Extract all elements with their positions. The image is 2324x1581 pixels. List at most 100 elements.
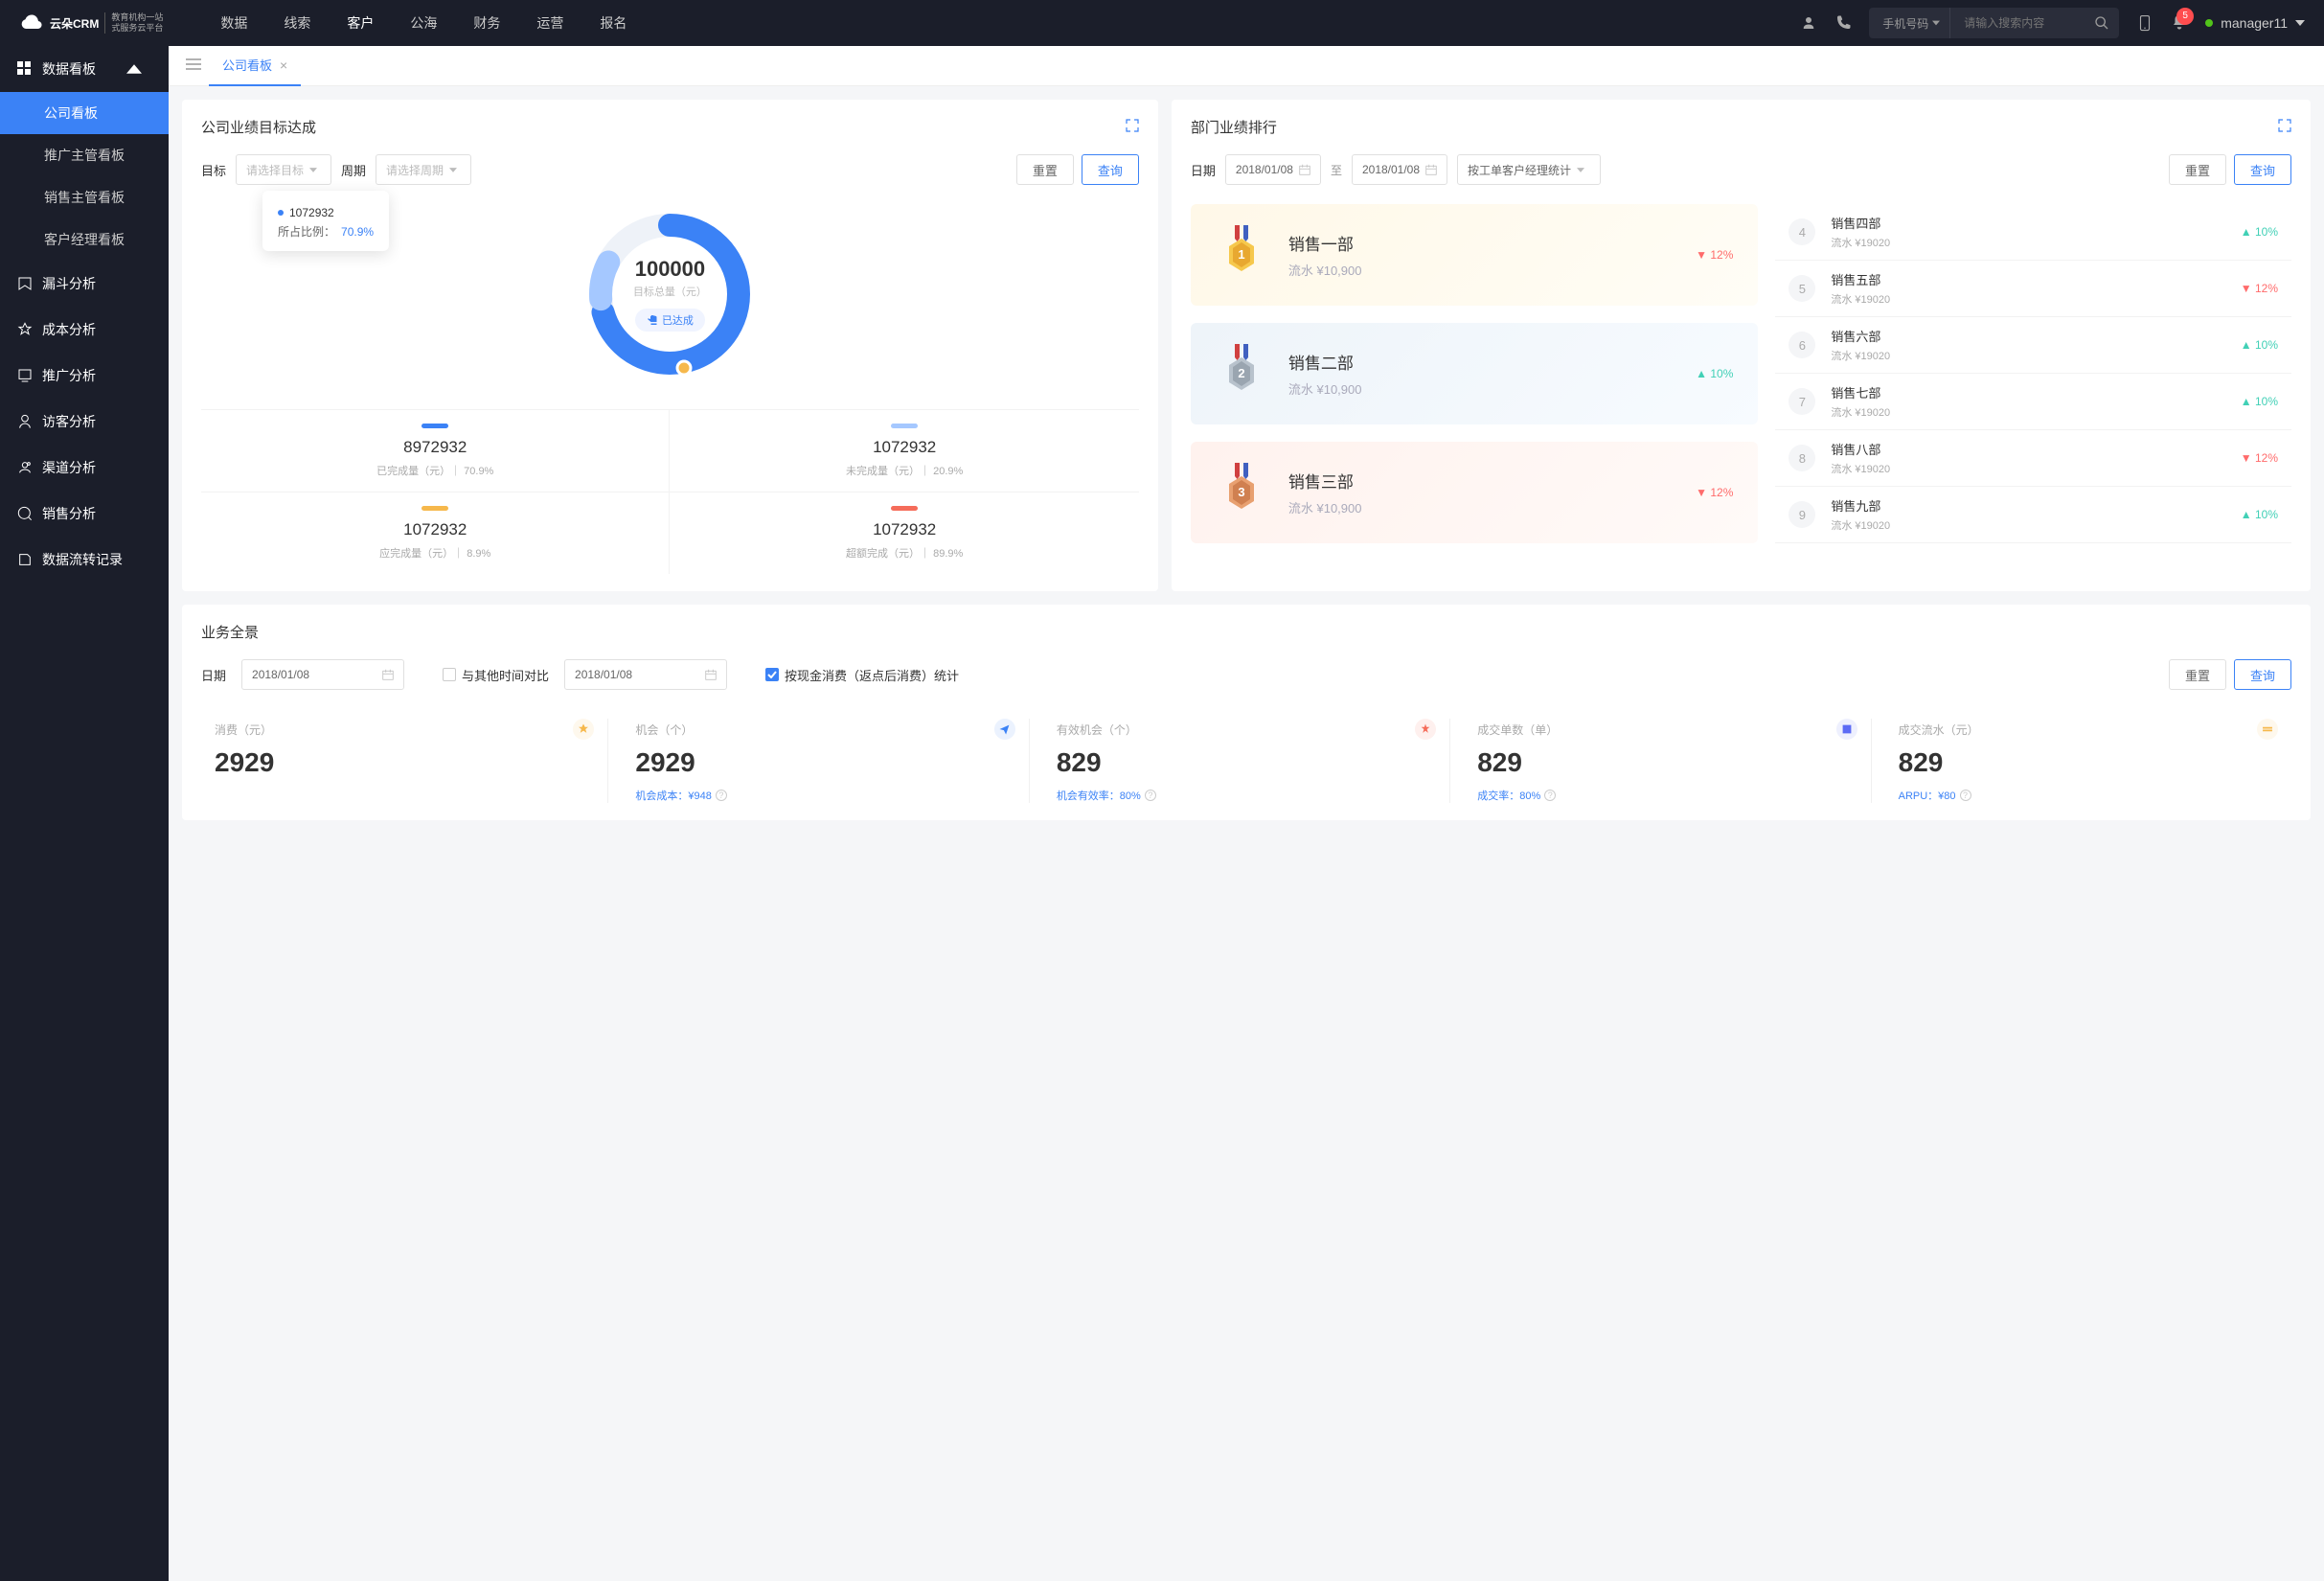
rank-row[interactable]: 8销售八部流水 ¥19020▼ 12% [1775,430,2291,487]
nav-icon [17,322,33,337]
expand-button[interactable] [1126,119,1139,135]
expand-icon [2278,119,2291,132]
medal-icon: 3 [1216,463,1267,522]
sidebar-item-访客分析[interactable]: 访客分析 [0,399,169,445]
chevron-down-icon [1932,19,1940,27]
sidebar-item[interactable]: 客户经理看板 [0,218,169,261]
compare-checkbox[interactable]: 与其他时间对比 [443,666,549,684]
phone-icon[interactable] [1834,14,1852,32]
dashboard-icon [17,61,33,77]
medal-icon: 1 [1216,225,1267,285]
sidebar-item[interactable]: 公司看板 [0,92,169,134]
thumbs-up-icon [647,314,658,326]
metric-icon [1415,719,1436,740]
query-button[interactable]: 查询 [2234,154,2291,185]
tab-company-board[interactable]: 公司看板 × [209,46,301,86]
chevron-down-icon [1577,168,1584,172]
status-dot [2205,19,2213,27]
menu-icon [186,58,201,70]
top-nav-item[interactable]: 报名 [600,13,627,33]
goal-card: 公司业绩目标达成 目标 请选择目标 周期 请选择周期 [182,100,1158,591]
metric-icon [2257,719,2278,740]
metric-tile: 机会（个） 2929机会成本：¥948? [622,719,1029,803]
metric-icon [1836,719,1857,740]
calendar-icon [1425,164,1437,175]
sidebar-group-dashboard[interactable]: 数据看板 [0,46,169,92]
chevron-down-icon [2295,20,2305,26]
sidebar-item-漏斗分析[interactable]: 漏斗分析 [0,261,169,307]
filter-label-date: 日期 [1191,161,1216,179]
sidebar-item-销售分析[interactable]: 销售分析 [0,491,169,537]
rank-row[interactable]: 9销售九部流水 ¥19020▲ 10% [1775,487,2291,543]
search-type-select[interactable]: 手机号码 [1869,8,1950,38]
nav-icon [17,276,33,291]
overview-date1[interactable]: 2018/01/08 [241,659,404,690]
stat-cell: 8972932已完成量（元）｜ 70.9% [201,409,670,492]
stat-cell: 1072932超额完成（元）｜ 89.9% [670,492,1138,574]
podium-item[interactable]: 3 销售三部流水 ¥10,900 ▼ 12% [1191,442,1759,543]
close-icon[interactable]: × [280,57,287,73]
query-button[interactable]: 查询 [1082,154,1139,185]
filter-label-period: 周期 [341,161,366,179]
card-title: 业务全景 [201,622,259,642]
nav-icon [17,552,33,567]
top-nav-item[interactable]: 财务 [473,13,500,33]
user-menu[interactable]: manager11 [2205,15,2305,31]
expand-button[interactable] [2278,119,2291,135]
reset-button[interactable]: 重置 [2169,659,2226,690]
nav-icon [17,460,33,475]
search-input[interactable] [1950,16,2085,30]
top-nav-item[interactable]: 运营 [536,13,563,33]
search-icon [2094,15,2109,31]
reset-button[interactable]: 重置 [1016,154,1074,185]
top-nav-item[interactable]: 数据 [220,13,247,33]
podium-item[interactable]: 2 销售二部流水 ¥10,900 ▲ 10% [1191,323,1759,424]
search-group: 手机号码 [1869,8,2119,38]
notification-button[interactable]: 5 [2171,13,2188,34]
top-nav: 数据 线索 客户 公海 财务 运营 报名 [220,13,627,33]
logo[interactable]: 云朵CRM 教育机构一站式服务云平台 [19,12,163,34]
logo-text: 云朵CRM [50,15,99,32]
search-button[interactable] [2085,8,2119,38]
rank-row[interactable]: 6销售六部流水 ¥19020▲ 10% [1775,317,2291,374]
metric-tile: 有效机会（个） 829机会有效率：80%? [1043,719,1450,803]
stat-by-select[interactable]: 按工单客户经理统计 [1457,154,1601,185]
sidebar-item[interactable]: 销售主管看板 [0,176,169,218]
user-icon[interactable] [1800,14,1817,32]
stat-cell: 1072932未完成量（元）｜ 20.9% [670,409,1138,492]
sidebar: 数据看板 公司看板推广主管看板销售主管看板客户经理看板 漏斗分析成本分析推广分析… [0,46,169,1581]
rank-row[interactable]: 5销售五部流水 ¥19020▼ 12% [1775,261,2291,317]
overview-card: 业务全景 日期 2018/01/08 与其他时间对比 2018/01/08 [182,605,2311,820]
sidebar-item-渠道分析[interactable]: 渠道分析 [0,445,169,491]
top-header: 云朵CRM 教育机构一站式服务云平台 数据 线索 客户 公海 财务 运营 报名 手机号码 5… [0,0,2324,46]
sidebar-item-成本分析[interactable]: 成本分析 [0,307,169,353]
query-button[interactable]: 查询 [2234,659,2291,690]
overview-date2[interactable]: 2018/01/08 [564,659,727,690]
nav-icon [17,368,33,383]
metric-tile: 消费（元） 2929 [201,719,608,803]
notification-badge: 5 [2176,8,2194,25]
date-from-input[interactable]: 2018/01/08 [1225,154,1321,185]
metric-icon [994,719,1015,740]
period-select[interactable]: 请选择周期 [376,154,471,185]
mobile-icon[interactable] [2136,14,2153,32]
top-nav-item[interactable]: 公海 [410,13,437,33]
podium-item[interactable]: 1 销售一部流水 ¥10,900 ▼ 12% [1191,204,1759,306]
rank-row[interactable]: 4销售四部流水 ¥19020▲ 10% [1775,204,2291,261]
top-nav-item[interactable]: 客户 [347,13,374,33]
achieved-badge: 已达成 [635,309,705,332]
chevron-down-icon [309,168,317,172]
filter-label-date: 日期 [201,666,226,684]
target-select[interactable]: 请选择目标 [236,154,331,185]
tab-collapse-button[interactable] [178,51,209,80]
cash-checkbox[interactable]: 按现金消费（返点后消费）统计 [765,666,959,684]
date-to-input[interactable]: 2018/01/08 [1352,154,1447,185]
top-nav-item[interactable]: 线索 [284,13,310,33]
sidebar-item-推广分析[interactable]: 推广分析 [0,353,169,399]
sidebar-item-数据流转记录[interactable]: 数据流转记录 [0,537,169,583]
chevron-up-icon [126,61,142,77]
chart-tooltip: 1072932 所占比例：70.9% [262,191,389,251]
reset-button[interactable]: 重置 [2169,154,2226,185]
sidebar-item[interactable]: 推广主管看板 [0,134,169,176]
rank-row[interactable]: 7销售七部流水 ¥19020▲ 10% [1775,374,2291,430]
